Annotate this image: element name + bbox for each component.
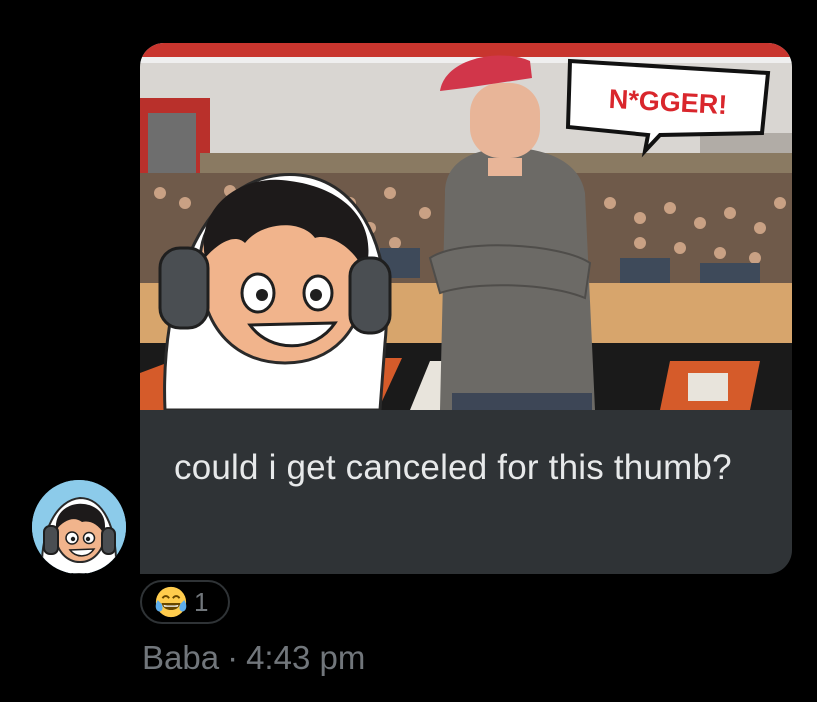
meta-separator: ·: [227, 639, 239, 676]
laughing-tears-emoji-icon: [155, 586, 187, 618]
message-thumbnail-image[interactable]: N*GGER!: [140, 43, 792, 410]
thumbnail-speech-text: N*GGER!: [608, 84, 728, 120]
reaction-count: 1: [194, 587, 209, 617]
sender-name: Baba: [142, 639, 220, 676]
reaction-pill[interactable]: 1: [140, 580, 230, 624]
message-meta: Baba · 4:43 pm: [142, 638, 365, 678]
sender-avatar[interactable]: [32, 480, 126, 574]
message-timestamp: 4:43 pm: [246, 639, 366, 676]
dm-conversation: N*GGER! could i get canceled for this th…: [0, 0, 817, 702]
message-bubble[interactable]: N*GGER! could i get canceled for this th…: [140, 43, 792, 574]
message-text: could i get canceled for this thumb?: [174, 448, 732, 487]
